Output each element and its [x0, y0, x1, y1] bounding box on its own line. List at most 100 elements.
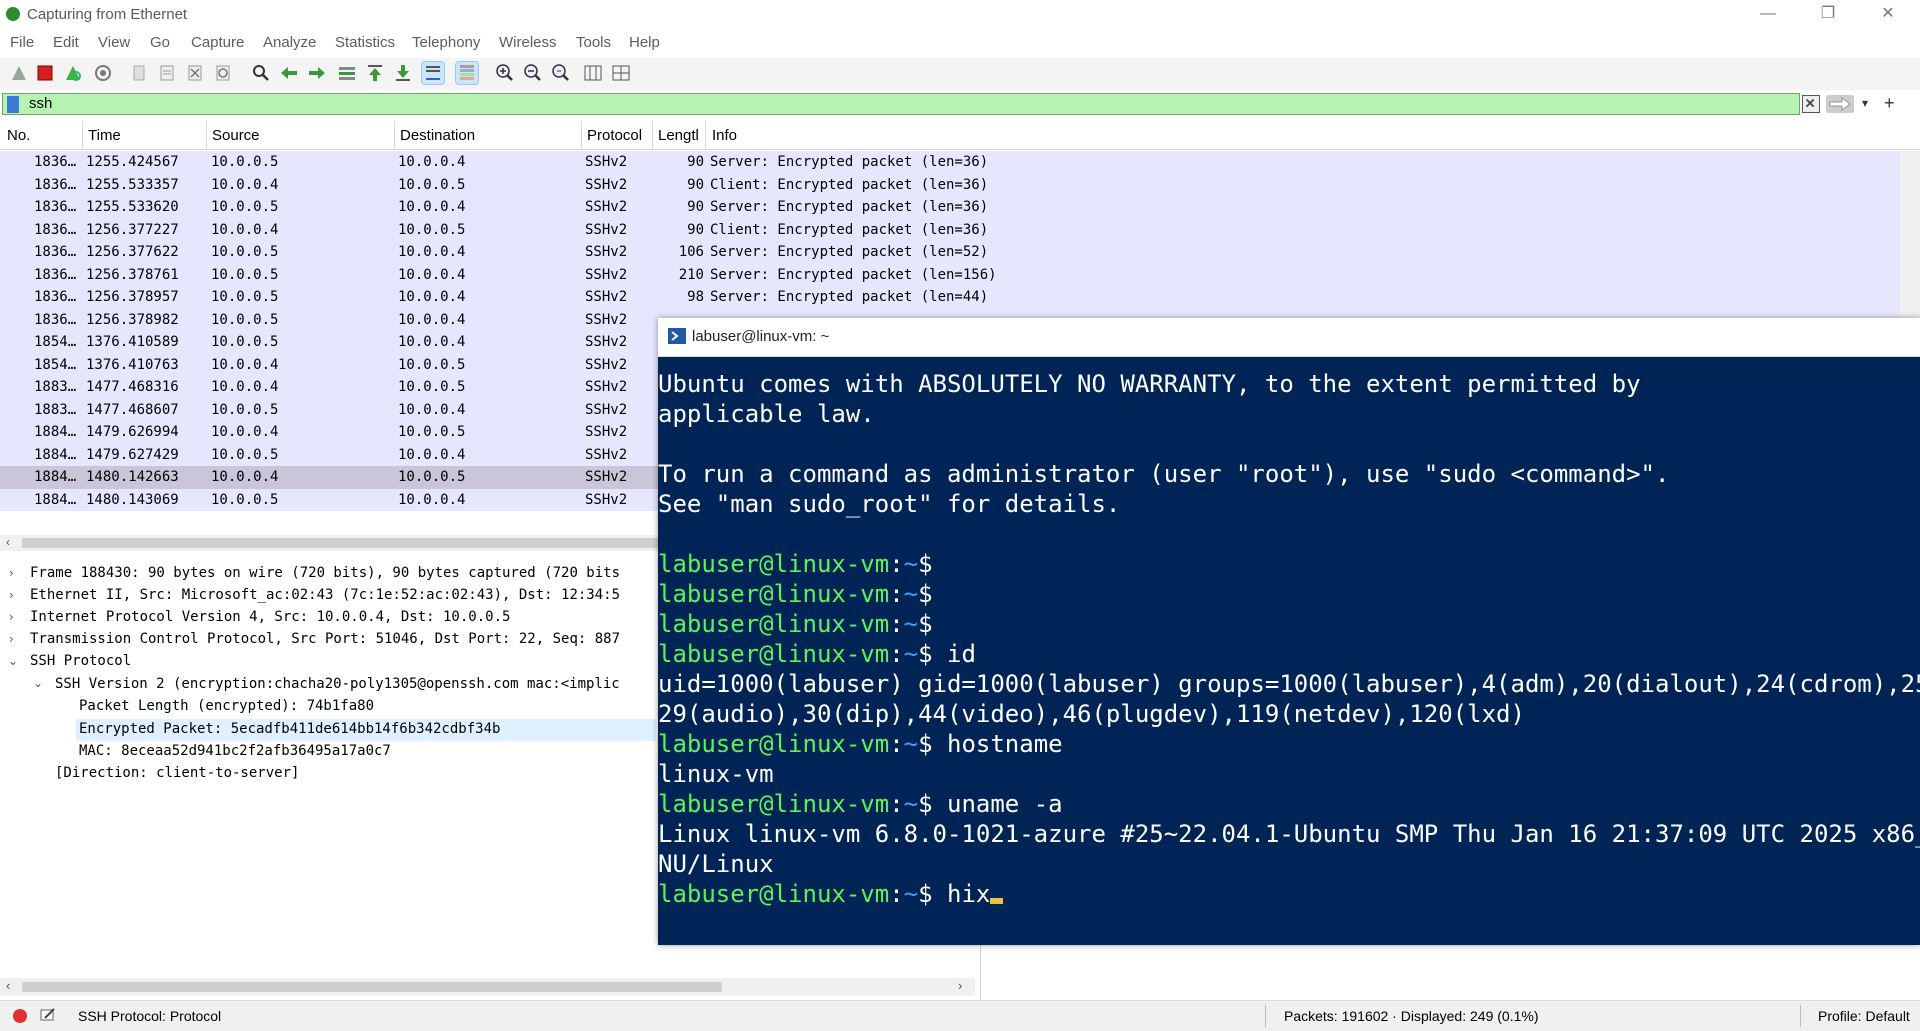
expand-frame-icon[interactable]: › [9, 566, 14, 580]
bookmark-icon[interactable] [7, 96, 19, 113]
packet-dst: 10.0.0.4 [398, 199, 466, 215]
menu-go[interactable]: Go [150, 34, 170, 51]
col-protocol[interactable]: Protocol [587, 127, 642, 144]
close-button[interactable]: ✕ [1865, 0, 1911, 30]
prompt-user: labuser@linux-vm [658, 730, 890, 758]
detail-tcp[interactable]: Transmission Control Protocol, Src Port:… [30, 631, 620, 647]
detail-ssh-version[interactable]: SSH Version 2 (encryption:chacha20-poly1… [55, 676, 620, 692]
col-length[interactable]: Lengtl [658, 127, 699, 144]
packet-time: 1376.410589 [86, 334, 179, 350]
go-to-packet-icon[interactable] [336, 62, 358, 84]
last-packet-icon[interactable] [392, 62, 414, 84]
packet-row[interactable]: 1836… 1256.378761 10.0.0.5 10.0.0.4 SSHv2 210… [0, 263, 1900, 286]
collapse-ssh-version-icon[interactable]: ⌄ [33, 676, 43, 690]
scroll-left-icon[interactable]: ‹ [6, 978, 10, 993]
prompt-separator: : [889, 790, 904, 818]
packet-no: 1854… [34, 356, 77, 373]
add-filter-button-icon[interactable]: + [1884, 93, 1895, 114]
go-back-icon[interactable] [278, 62, 300, 84]
terminal-prompt-line: labuser@linux-vm:~$ hostname [658, 730, 1063, 758]
apply-filter-icon[interactable] [1826, 95, 1854, 113]
packet-src: 10.0.0.4 [211, 176, 279, 193]
terminal-title: labuser@linux-vm: ~ [692, 328, 830, 345]
edit-comment-icon[interactable] [40, 1007, 56, 1023]
menu-analyze[interactable]: Analyze [263, 34, 316, 51]
reload-file-icon[interactable] [212, 62, 234, 84]
packet-row[interactable]: 1836… 1255.424567 10.0.0.5 10.0.0.4 SSHv2 90 S… [0, 151, 1900, 174]
go-forward-icon[interactable] [306, 62, 328, 84]
packet-row[interactable]: 1836… 1256.378957 10.0.0.5 10.0.0.4 SSHv2 98 S… [0, 286, 1900, 309]
save-file-icon[interactable] [156, 62, 178, 84]
menu-wireless[interactable]: Wireless [499, 34, 557, 51]
colorize-icon[interactable] [455, 61, 479, 85]
capture-status-icon[interactable] [13, 1009, 27, 1023]
packet-row[interactable]: 1836… 1256.377622 10.0.0.5 10.0.0.4 SSHv2 106… [0, 241, 1900, 264]
restart-capture-icon[interactable] [62, 62, 84, 84]
restore-button[interactable]: ❐ [1805, 0, 1851, 30]
zoom-in-icon[interactable] [494, 62, 516, 84]
menu-file[interactable]: File [10, 34, 34, 51]
menu-tools[interactable]: Tools [576, 34, 611, 51]
status-profile[interactable]: Profile: Default [1818, 1008, 1910, 1024]
menu-view[interactable]: View [98, 34, 130, 51]
expand-tcp-icon[interactable]: › [9, 632, 14, 646]
open-file-icon[interactable] [128, 62, 150, 84]
menu-help[interactable]: Help [629, 34, 660, 51]
details-hscroll-thumb[interactable] [22, 982, 722, 992]
packet-row[interactable]: 1836… 1255.533620 10.0.0.5 10.0.0.4 SSHv2 90 S… [0, 196, 1900, 219]
packet-time: 1479.627429 [86, 446, 179, 463]
zoom-out-icon[interactable] [522, 62, 544, 84]
terminal-window[interactable]: labuser@linux-vm: ~ Ubuntu comes with AB… [658, 318, 1920, 945]
prompt-symbol: $ [918, 730, 947, 758]
detail-packet-length[interactable]: Packet Length (encrypted): 74b1fa80 [79, 698, 374, 714]
resize-columns-icon[interactable] [582, 62, 604, 84]
expand-ethernet-icon[interactable]: › [9, 588, 14, 602]
detail-frame[interactable]: Frame 188430: 90 bytes on wire (720 bits… [30, 565, 620, 581]
detail-ssh[interactable]: SSH Protocol [30, 653, 131, 669]
detail-mac[interactable]: MAC: 8eceaa52d941bc2f2afb36495a17a0c7 [79, 743, 391, 759]
detail-ip[interactable]: Internet Protocol Version 4, Src: 10.0.0… [30, 609, 510, 625]
scroll-right-icon[interactable]: › [958, 978, 962, 993]
menu-statistics[interactable]: Statistics [335, 34, 395, 51]
detail-direction[interactable]: [Direction: client-to-server] [55, 765, 299, 781]
filter-history-icon[interactable]: ▾ [1862, 96, 1868, 110]
terminal-output[interactable]: Ubuntu comes with ABSOLUTELY NO WARRANTY… [658, 358, 1920, 945]
col-time[interactable]: Time [88, 127, 121, 144]
terminal-title-bar[interactable]: labuser@linux-vm: ~ [658, 318, 1920, 357]
details-hscroll[interactable]: ‹ › [0, 978, 975, 996]
first-packet-icon[interactable] [364, 62, 386, 84]
start-capture-icon[interactable] [8, 62, 30, 84]
detail-ethernet[interactable]: Ethernet II, Src: Microsoft_ac:02:43 (7c… [30, 587, 620, 603]
layout-icon[interactable] [610, 62, 632, 84]
find-packet-icon[interactable] [250, 62, 272, 84]
menu-capture[interactable]: Capture [191, 34, 244, 51]
packet-info: Server: Encrypted packet (len=156) [710, 266, 997, 283]
auto-scroll-icon[interactable] [421, 61, 445, 85]
menu-telephony[interactable]: Telephony [412, 34, 480, 51]
packet-src: 10.0.0.4 [211, 424, 279, 440]
display-filter-input[interactable]: ssh [2, 93, 1800, 115]
menu-edit[interactable]: Edit [53, 34, 79, 51]
col-no[interactable]: No. [7, 127, 30, 144]
capture-options-icon[interactable] [92, 62, 114, 84]
packet-no: 1836… [34, 176, 77, 193]
scroll-left-icon[interactable]: ‹ [6, 535, 10, 549]
normal-size-icon[interactable] [550, 62, 572, 84]
col-destination[interactable]: Destination [400, 127, 475, 144]
expand-ip-icon[interactable]: › [9, 610, 14, 624]
packet-src: 10.0.0.4 [211, 221, 279, 238]
packet-row[interactable]: 1836… 1256.377227 10.0.0.4 10.0.0.5 SSHv2 90 C… [0, 218, 1900, 241]
col-source[interactable]: Source [212, 127, 260, 144]
close-file-icon[interactable] [184, 62, 206, 84]
prompt-path: ~ [903, 790, 919, 818]
detail-encrypted-packet[interactable]: Encrypted Packet: 5ecadfb411de614bb14f6b… [79, 721, 500, 737]
col-info[interactable]: Info [712, 127, 737, 144]
packet-time: 1255.424567 [86, 154, 179, 170]
minimize-button[interactable]: — [1745, 0, 1791, 30]
clear-filter-icon[interactable] [1802, 95, 1820, 113]
packet-src: 10.0.0.4 [211, 356, 279, 373]
packet-time: 1255.533620 [86, 199, 179, 215]
packet-row[interactable]: 1836… 1255.533357 10.0.0.4 10.0.0.5 SSHv2 90 C… [0, 173, 1900, 196]
collapse-ssh-icon[interactable]: ⌄ [8, 654, 18, 668]
stop-capture-icon[interactable] [34, 62, 56, 84]
